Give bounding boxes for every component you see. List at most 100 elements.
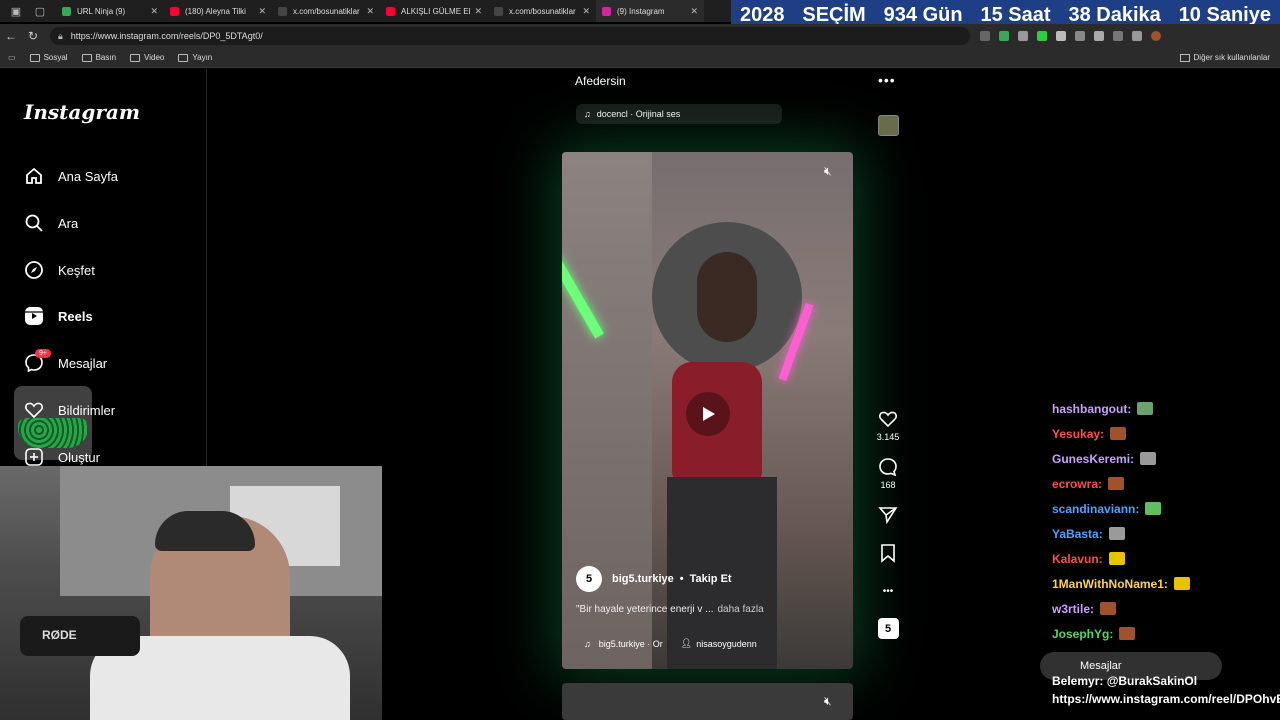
chat-message: 1ManWithNoName1:: [1052, 571, 1280, 596]
reading-list-icon[interactable]: ▭: [8, 53, 16, 62]
nav-home[interactable]: Ana Sayfa: [24, 166, 118, 186]
profile-avatar[interactable]: [1151, 31, 1161, 41]
mute-icon[interactable]: 🔇︎: [824, 694, 832, 709]
browser-tab[interactable]: x.com/bosunatiklar ✕: [272, 0, 380, 22]
author-avatar[interactable]: 5: [576, 566, 602, 592]
chat-username: Yesukay:: [1052, 426, 1105, 441]
extension-icon[interactable]: [1018, 31, 1028, 41]
follow-button[interactable]: Takip Et: [690, 573, 732, 585]
tab-actions-icon[interactable]: ▢: [32, 3, 48, 19]
close-tab-icon[interactable]: ✕: [366, 6, 374, 17]
close-tab-icon[interactable]: ✕: [474, 6, 482, 17]
back-icon[interactable]: ←: [0, 29, 22, 43]
nav-reels[interactable]: Reels: [24, 306, 93, 326]
browser-tab[interactable]: ALKIŞLI GÜLME EF ✕: [380, 0, 488, 22]
audio-chip[interactable]: ♫ docencl · Orijinal ses: [576, 104, 782, 124]
extension-icon[interactable]: [980, 31, 990, 41]
tagged-user[interactable]: 👤︎ nisasoygudenn: [681, 638, 757, 649]
chat-message: JosephYg:: [1052, 621, 1280, 646]
close-tab-icon[interactable]: ✕: [582, 6, 590, 17]
chat-username: scandinaviann:: [1052, 501, 1140, 516]
reel-audio-link[interactable]: ♫ big5.turkiye · Or: [584, 639, 663, 649]
close-tab-icon[interactable]: ✕: [150, 6, 158, 17]
instagram-logo[interactable]: Instagram: [24, 100, 140, 124]
messages-pill-label: Mesajlar: [1080, 660, 1122, 672]
bookmarks-bar: ▭ Sosyal Basın Video Yayın Diğer sık kul…: [0, 48, 1280, 68]
reel-header-title: Afedersin: [575, 74, 626, 88]
next-reel-preview[interactable]: [562, 683, 853, 720]
tab-favicon-icon: [602, 6, 611, 16]
bookmark-folder[interactable]: Basın: [81, 53, 116, 62]
folder-icon: [1179, 53, 1190, 62]
streamer-webcam: RØDE: [0, 466, 382, 720]
browser-tab[interactable]: URL Ninja (9) ✕: [56, 0, 164, 22]
bookmark-folder[interactable]: Sosyal: [29, 53, 68, 62]
play-icon[interactable]: [686, 392, 730, 436]
person-icon: 👤︎: [680, 638, 693, 648]
audio-thumbnail[interactable]: [878, 115, 899, 136]
chat-message: ecrowra:: [1052, 471, 1280, 496]
tab-title: ALKIŞLI GÜLME EF: [401, 6, 471, 16]
tab-title: x.com/bosunatiklar: [293, 6, 360, 16]
webcam-cap: [155, 511, 255, 551]
more-action[interactable]: •••: [868, 580, 908, 604]
chat-emote-icon: [1137, 402, 1154, 415]
extension-icon[interactable]: [1056, 31, 1066, 41]
share-action[interactable]: [868, 504, 908, 528]
chat-message: Kalavun:: [1052, 546, 1280, 571]
mute-icon[interactable]: 🔇︎: [824, 164, 832, 179]
tab-title: (9) Instagram: [617, 6, 665, 16]
like-count: 3.145: [876, 432, 900, 442]
folder-icon: [29, 53, 40, 62]
audio-source-action[interactable]: 5: [868, 618, 908, 641]
extension-icon[interactable]: [1113, 31, 1123, 41]
extensions: [980, 31, 1161, 41]
reload-icon[interactable]: ↻: [22, 29, 44, 43]
bookmark-folder[interactable]: Yayın: [178, 53, 212, 62]
nav-explore[interactable]: Keşfet: [24, 260, 95, 280]
tab-favicon-icon: [62, 6, 71, 16]
workspaces-icon[interactable]: ▣: [8, 3, 24, 19]
other-bookmarks[interactable]: Diğer sık kullanılanlar: [1179, 53, 1270, 62]
chat-message: hashbangout:: [1052, 396, 1280, 421]
reel-video[interactable]: 🔇︎ 5 big5.turkiye • Takip Et "Bir hayale…: [562, 152, 853, 669]
extension-icon[interactable]: [999, 31, 1009, 41]
save-action[interactable]: [868, 542, 908, 566]
chat-username: Kalavun:: [1052, 551, 1103, 566]
browser-tab[interactable]: (9) Instagram ✕: [596, 0, 704, 22]
nav-search[interactable]: Ara: [24, 213, 78, 233]
url-field[interactable]: 🔒︎ https://www.instagram.com/reels/DP0_5…: [50, 27, 970, 45]
tab-favicon-icon: [494, 6, 503, 16]
reel-caption: "Bir hayale yeterince enerji v ... daha f…: [576, 604, 764, 615]
extension-icon[interactable]: [1094, 31, 1104, 41]
search-icon: [24, 213, 44, 233]
chat-username: YaBasta:: [1052, 526, 1103, 541]
chat-message: w3rtile:: [1052, 596, 1280, 621]
chat-emote-icon: [1100, 602, 1117, 615]
video-subject-hair: [697, 252, 757, 342]
close-tab-icon[interactable]: ✕: [690, 6, 698, 17]
like-action[interactable]: 3.145: [868, 408, 908, 442]
author-username[interactable]: big5.turkiye: [612, 573, 674, 585]
heart-icon: [877, 408, 899, 430]
chat-message: YaBasta:: [1052, 521, 1280, 546]
chat-emote-icon: [1110, 427, 1127, 440]
chat-emote-icon: [1145, 502, 1162, 515]
lock-icon: 🔒︎: [58, 30, 63, 41]
reels-icon: [24, 306, 44, 326]
extension-icon[interactable]: [1075, 31, 1085, 41]
extension-icon[interactable]: [1037, 31, 1047, 41]
browser-tab[interactable]: x.com/bosunatiklar ✕: [488, 0, 596, 22]
tab-favicon-icon: [170, 6, 179, 16]
bookmark-folder[interactable]: Video: [130, 53, 164, 62]
caption-more-link[interactable]: daha fazla: [718, 604, 764, 615]
tab-title: URL Ninja (9): [77, 6, 126, 16]
extension-icon[interactable]: [1132, 31, 1142, 41]
close-tab-icon[interactable]: ✕: [258, 6, 266, 17]
separator-dot: •: [679, 573, 684, 585]
chat-emote-icon: [1108, 527, 1125, 540]
browser-tab[interactable]: (180) Aleyna Tilki ✕: [164, 0, 272, 22]
more-options-icon[interactable]: •••: [878, 72, 896, 88]
chat-emote-icon: [1108, 552, 1125, 565]
comment-action[interactable]: 168: [868, 456, 908, 490]
